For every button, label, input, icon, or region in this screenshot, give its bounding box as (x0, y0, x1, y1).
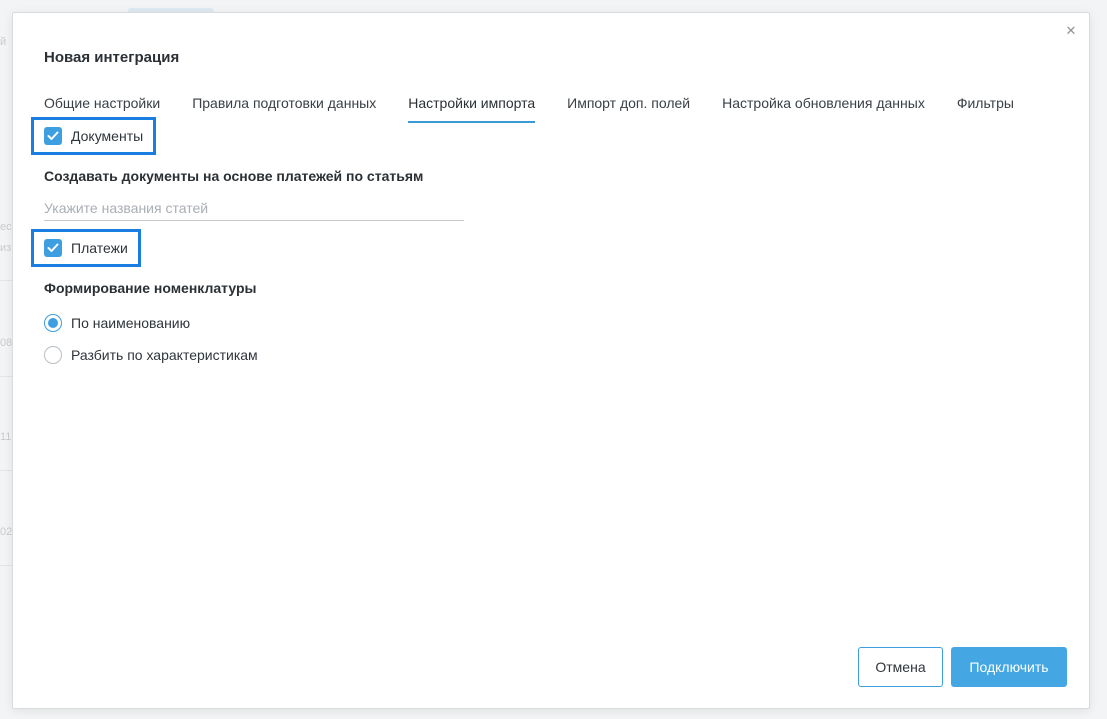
tab-import-extra-fields[interactable]: Импорт доп. полей (551, 93, 706, 123)
payments-checkbox-row[interactable]: Платежи (31, 229, 141, 267)
documents-checkbox[interactable] (44, 127, 62, 145)
close-icon[interactable]: ✕ (1063, 23, 1079, 39)
background-divider (0, 280, 12, 281)
background-text: из (0, 242, 12, 254)
radio-selected-dot (48, 318, 58, 328)
radio-button[interactable] (44, 346, 62, 364)
checkmark-icon (47, 243, 59, 252)
payments-label: Платежи (71, 240, 128, 256)
background-text: ес (0, 221, 12, 233)
nomenclature-label: Формирование номенклатуры (44, 280, 257, 296)
background-divider (0, 470, 12, 471)
radio-by-name[interactable]: По наименованию (44, 314, 190, 332)
tab-bar: Общие настройки Правила подготовки данны… (44, 93, 1030, 125)
radio-button[interactable] (44, 314, 62, 332)
radio-label: По наименованию (71, 315, 191, 331)
tab-data-update-settings[interactable]: Настройка обновления данных (706, 93, 941, 123)
connect-button[interactable]: Подключить (951, 647, 1067, 687)
article-names-input[interactable] (44, 196, 464, 221)
background-text: 11 (0, 431, 12, 443)
dialog-title: Новая интеграция (44, 49, 180, 66)
payments-checkbox[interactable] (44, 239, 62, 257)
tab-data-preparation-rules[interactable]: Правила подготовки данных (176, 93, 392, 123)
documents-checkbox-row[interactable]: Документы (31, 117, 157, 155)
cancel-button[interactable]: Отмена (858, 647, 943, 687)
background-text: 08 (0, 337, 13, 349)
checkmark-icon (47, 131, 59, 140)
documents-label: Документы (71, 128, 144, 144)
create-docs-label: Создавать документы на основе платежей п… (44, 168, 424, 184)
background-text: 02 (0, 526, 13, 538)
background-divider (0, 376, 12, 377)
radio-label: Разбить по характеристикам (71, 347, 258, 363)
new-integration-dialog: ✕ Новая интеграция Общие настройки Прави… (12, 12, 1090, 709)
radio-by-characteristics[interactable]: Разбить по характеристикам (44, 346, 258, 364)
background-divider (0, 565, 12, 566)
background-text: й (0, 36, 7, 48)
tab-import-settings[interactable]: Настройки импорта (408, 93, 536, 123)
tab-filters[interactable]: Фильтры (941, 93, 1030, 123)
